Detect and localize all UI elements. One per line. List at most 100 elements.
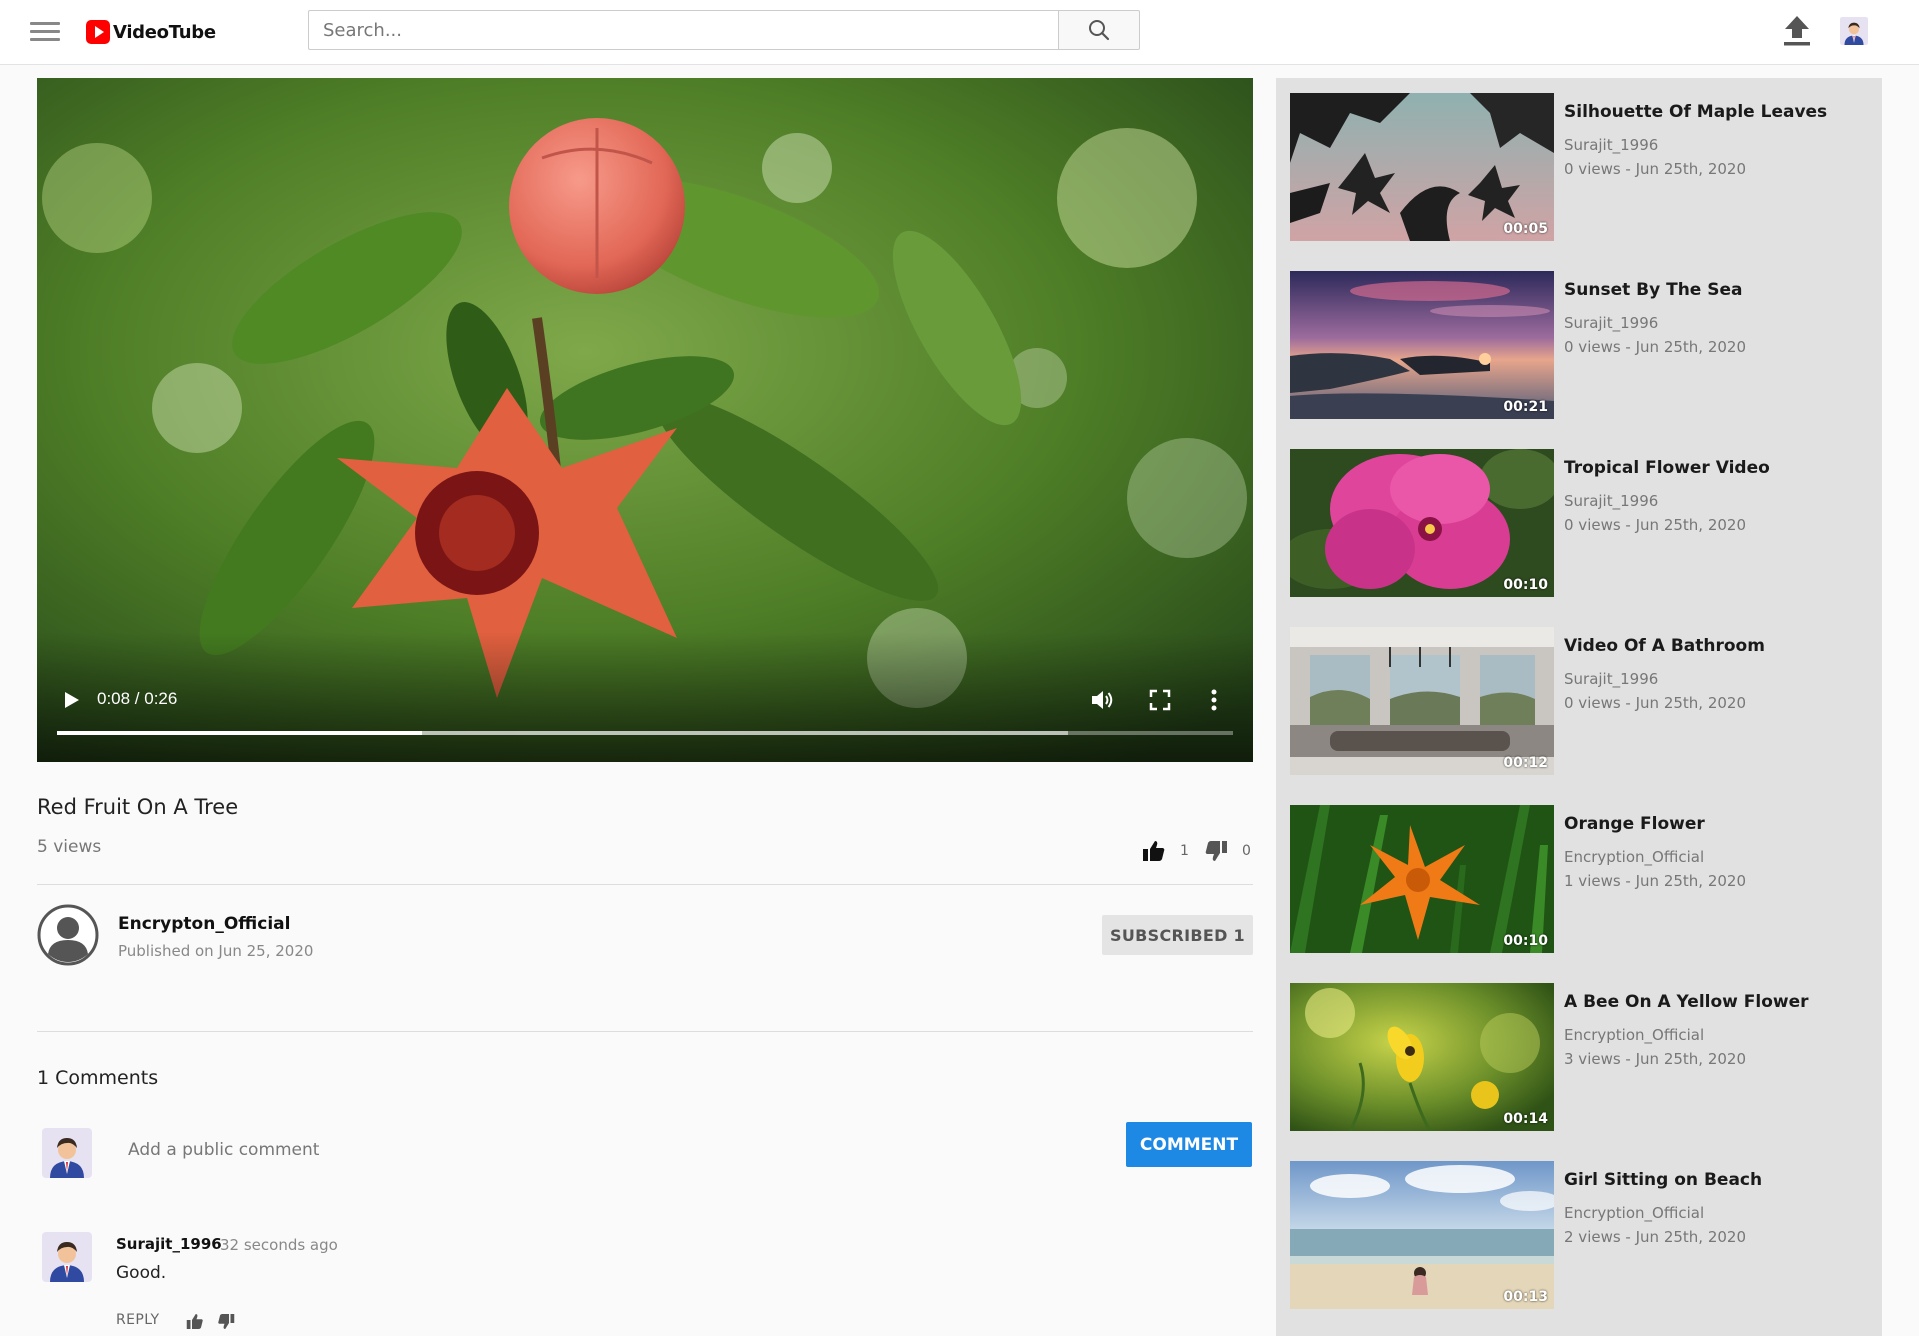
volume-icon <box>1092 691 1113 709</box>
video-thumbnail[interactable]: 00:21 <box>1290 271 1554 419</box>
comment-time: 32 seconds ago <box>220 1236 338 1254</box>
video-meta: 2 views - Jun 25th, 2020 <box>1564 1228 1747 1246</box>
recommended-video[interactable]: 00:21 Sunset By The Sea Surajit_1996 0 v… <box>1290 271 1870 419</box>
maple-leaves-thumbnail <box>1290 93 1554 241</box>
channel-name[interactable]: Encryption_Official <box>1564 848 1704 866</box>
comment-text: Good. <box>116 1263 167 1283</box>
upload-button[interactable] <box>1780 14 1814 48</box>
recommendations-sidebar: 00:05 Silhouette Of Maple Leaves Surajit… <box>1276 78 1882 1336</box>
comment-input[interactable] <box>116 1130 896 1170</box>
video-meta: 0 views - Jun 25th, 2020 <box>1564 160 1747 178</box>
video-meta: 3 views - Jun 25th, 2020 <box>1564 1050 1747 1068</box>
video-title[interactable]: A Bee On A Yellow Flower <box>1564 992 1809 1012</box>
search-input[interactable] <box>308 10 1059 50</box>
recommended-video[interactable]: 00:10 Tropical Flower Video Surajit_1996… <box>1290 449 1870 597</box>
video-title[interactable]: Orange Flower <box>1564 814 1705 834</box>
publish-date: Published on Jun 25, 2020 <box>118 942 314 960</box>
current-user-avatar <box>42 1128 92 1178</box>
video-duration: 00:13 <box>1503 1289 1548 1305</box>
fullscreen-button[interactable] <box>1149 689 1171 711</box>
video-title[interactable]: Sunset By The Sea <box>1564 280 1743 300</box>
video-thumbnail[interactable]: 00:05 <box>1290 93 1554 241</box>
video-thumbnail[interactable]: 00:10 <box>1290 805 1554 953</box>
recommended-video[interactable]: 00:10 Orange Flower Encryption_Official … <box>1290 805 1870 953</box>
comment-author[interactable]: Surajit_1996 <box>116 1235 222 1253</box>
channel-name[interactable]: Encryption_Official <box>1564 1026 1704 1044</box>
comment-submit-button[interactable]: COMMENT <box>1126 1122 1252 1167</box>
channel-name[interactable]: Surajit_1996 <box>1564 136 1658 154</box>
video-duration: 00:10 <box>1503 577 1548 593</box>
video-duration: 00:05 <box>1503 221 1548 237</box>
channel-name[interactable]: Encryption_Official <box>1564 1204 1704 1222</box>
beach-thumbnail <box>1290 1161 1554 1309</box>
played-progress <box>57 731 422 735</box>
like-count: 1 <box>1180 843 1189 859</box>
video-title[interactable]: Tropical Flower Video <box>1564 458 1770 478</box>
sunset-sea-thumbnail <box>1290 271 1554 419</box>
channel-name[interactable]: Surajit_1996 <box>1564 670 1658 688</box>
app-name: VideoTube <box>113 21 216 43</box>
more-vert-icon <box>1211 689 1217 711</box>
tropical-flower-thumbnail <box>1290 449 1554 597</box>
user-avatar-icon <box>42 1128 92 1178</box>
top-navbar: VideoTube <box>0 0 1919 65</box>
user-avatar[interactable] <box>1840 17 1868 45</box>
comments-count: 1 Comments <box>37 1067 159 1089</box>
user-avatar-icon <box>1840 17 1868 45</box>
video-duration: 00:10 <box>1503 933 1548 949</box>
recommended-video[interactable]: 00:05 Silhouette Of Maple Leaves Surajit… <box>1290 93 1870 241</box>
play-button[interactable] <box>59 688 83 712</box>
recommended-video[interactable]: 00:12 Video Of A Bathroom Surajit_1996 0… <box>1290 627 1870 775</box>
thumbs-down-icon <box>1205 841 1227 861</box>
default-avatar-icon <box>37 904 99 966</box>
play-icon <box>65 692 79 708</box>
reply-button[interactable]: REPLY <box>116 1312 160 1328</box>
user-avatar-icon <box>42 1232 92 1282</box>
controls-overlay <box>37 632 1253 762</box>
search-icon <box>1089 20 1110 41</box>
dislike-count: 0 <box>1242 843 1251 859</box>
upload-icon <box>1784 16 1810 46</box>
recommended-video[interactable]: 00:14 A Bee On A Yellow Flower Encryptio… <box>1290 983 1870 1131</box>
video-meta: 0 views - Jun 25th, 2020 <box>1564 694 1747 712</box>
video-meta: 0 views - Jun 25th, 2020 <box>1564 338 1747 356</box>
video-title[interactable]: Silhouette Of Maple Leaves <box>1564 102 1827 122</box>
dislike-button[interactable] <box>1204 840 1228 862</box>
channel-name[interactable]: Surajit_1996 <box>1564 314 1658 332</box>
thumbs-down-icon <box>218 1314 235 1329</box>
more-options-button[interactable] <box>1209 687 1219 713</box>
video-thumbnail[interactable]: 00:13 <box>1290 1161 1554 1309</box>
video-views: 5 views <box>37 837 102 857</box>
hamburger-menu-icon[interactable] <box>30 22 60 42</box>
channel-name[interactable]: Surajit_1996 <box>1564 492 1658 510</box>
thumbs-up-icon <box>186 1314 203 1329</box>
video-thumbnail[interactable]: 00:12 <box>1290 627 1554 775</box>
divider <box>37 884 1253 885</box>
fullscreen-icon <box>1149 689 1171 711</box>
video-thumbnail[interactable]: 00:10 <box>1290 449 1554 597</box>
bathroom-thumbnail <box>1290 627 1554 775</box>
comment-like-button[interactable] <box>186 1313 204 1330</box>
commenter-avatar[interactable] <box>42 1232 92 1282</box>
video-duration: 00:12 <box>1503 755 1548 771</box>
video-player[interactable]: 0:08 / 0:26 <box>37 78 1253 762</box>
bee-flower-thumbnail <box>1290 983 1554 1131</box>
recommended-video[interactable]: 00:13 Girl Sitting on Beach Encryption_O… <box>1290 1161 1870 1309</box>
video-title[interactable]: Video Of A Bathroom <box>1564 636 1765 656</box>
subscribe-button[interactable]: SUBSCRIBED 1 <box>1102 915 1253 955</box>
video-title[interactable]: Girl Sitting on Beach <box>1564 1170 1762 1190</box>
channel-avatar[interactable] <box>37 904 99 966</box>
thumbs-up-icon <box>1143 841 1165 861</box>
like-button[interactable] <box>1142 840 1166 862</box>
orange-flower-thumbnail <box>1290 805 1554 953</box>
app-logo[interactable]: VideoTube <box>86 20 216 44</box>
video-thumbnail[interactable]: 00:14 <box>1290 983 1554 1131</box>
search-button[interactable] <box>1058 10 1140 50</box>
video-meta: 1 views - Jun 25th, 2020 <box>1564 872 1747 890</box>
progress-bar[interactable] <box>57 731 1233 735</box>
video-duration: 00:14 <box>1503 1111 1548 1127</box>
comment-dislike-button[interactable] <box>217 1313 235 1330</box>
channel-name[interactable]: Encrypton_Official <box>118 914 290 934</box>
video-duration: 00:21 <box>1503 399 1548 415</box>
volume-button[interactable] <box>1089 687 1115 713</box>
